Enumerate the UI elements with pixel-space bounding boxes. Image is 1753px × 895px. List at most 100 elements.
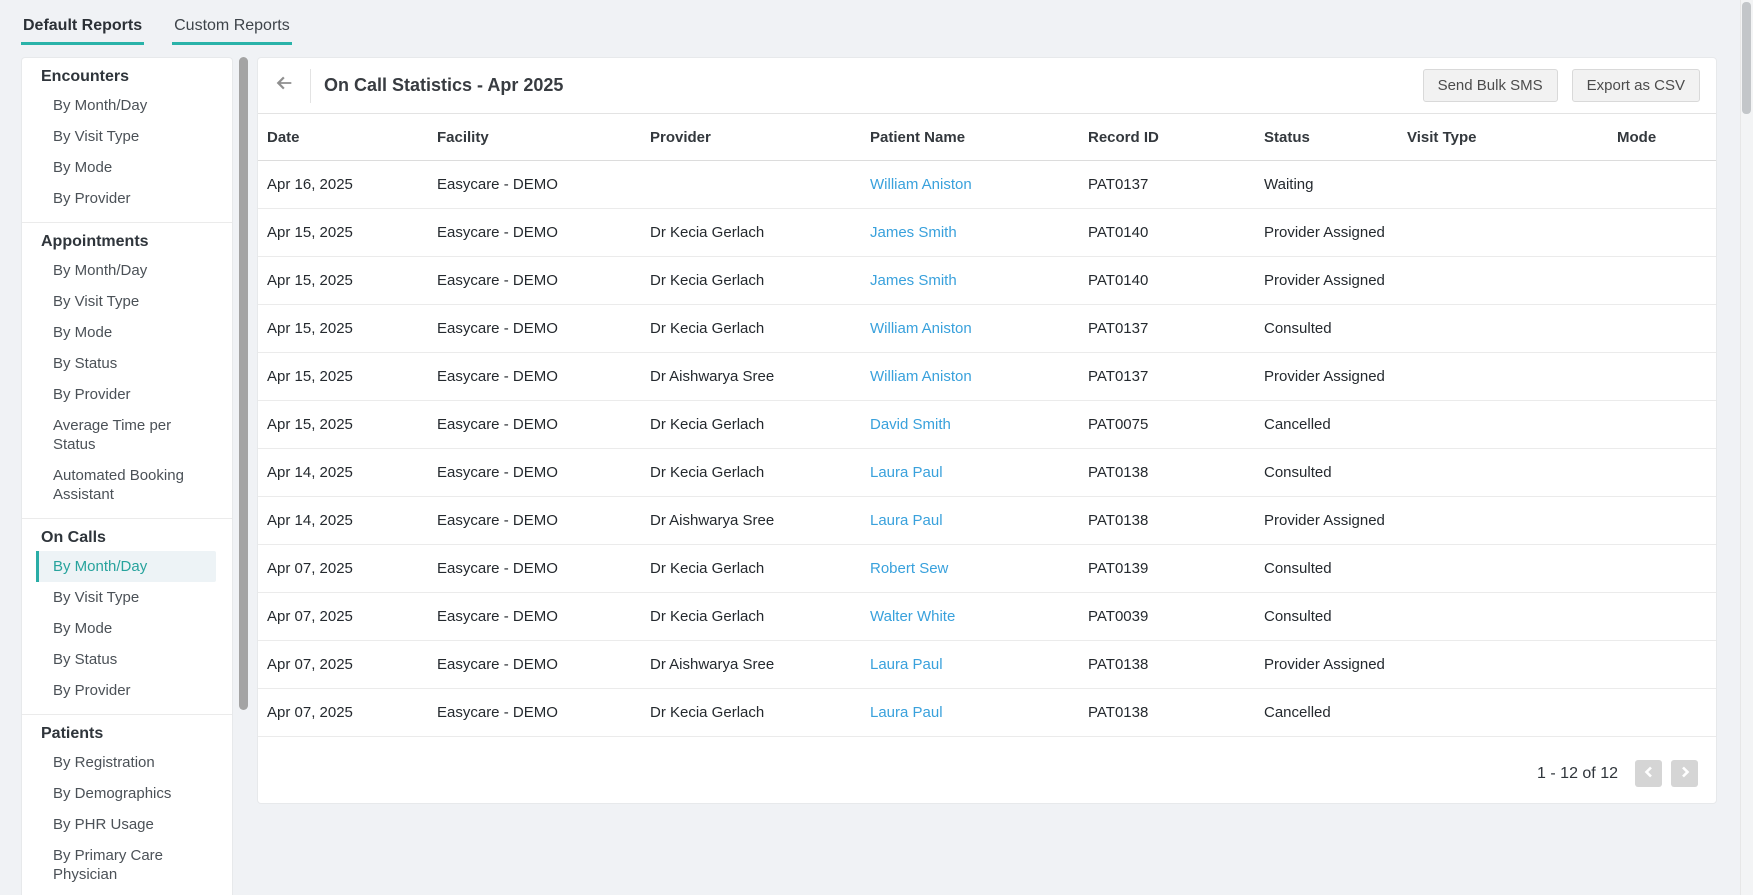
cell-facility: Easycare - DEMO (428, 266, 641, 295)
table-row: Apr 15, 2025Easycare - DEMODr Kecia Gerl… (258, 257, 1716, 305)
patient-link[interactable]: Laura Paul (870, 704, 943, 721)
patient-link[interactable]: Laura Paul (870, 656, 943, 673)
cell-facility: Easycare - DEMO (428, 218, 641, 247)
sidebar-item-by-referring-provider[interactable]: By Referring Provider (36, 890, 216, 895)
table-row: Apr 14, 2025Easycare - DEMODr Aishwarya … (258, 497, 1716, 545)
cell-visit-type (1398, 565, 1608, 573)
cell-visit-type (1398, 229, 1608, 237)
sidebar-item-by-provider[interactable]: By Provider (36, 675, 216, 706)
cell-date: Apr 15, 2025 (258, 314, 428, 343)
patient-link[interactable]: Walter White (870, 608, 955, 625)
table-row: Apr 15, 2025Easycare - DEMODr Kecia Gerl… (258, 209, 1716, 257)
cell-visit-type (1398, 469, 1608, 477)
cell-status: Cancelled (1255, 698, 1398, 727)
chevron-right-icon (1679, 766, 1691, 781)
cell-status: Consulted (1255, 458, 1398, 487)
column-header-visit-type: Visit Type (1398, 129, 1608, 146)
sidebar-item-by-mode[interactable]: By Mode (36, 613, 216, 644)
cell-mode (1608, 613, 1716, 621)
reports-page: Default Reports Custom Reports Encounters… (0, 0, 1753, 895)
cell-facility: Easycare - DEMO (428, 410, 641, 439)
sidebar-item-by-visit-type[interactable]: By Visit Type (36, 286, 216, 317)
page-scrollbar-track[interactable] (1740, 0, 1753, 895)
cell-provider: Dr Kecia Gerlach (641, 602, 861, 631)
cell-record-id: PAT0138 (1079, 506, 1255, 535)
patient-link[interactable]: James Smith (870, 272, 957, 289)
cell-patient: William Aniston (861, 362, 1079, 391)
cell-patient: David Smith (861, 410, 1079, 439)
sidebar-item-by-month-day[interactable]: By Month/Day (36, 551, 216, 582)
patient-link[interactable]: William Aniston (870, 368, 972, 385)
cell-record-id: PAT0039 (1079, 602, 1255, 631)
cell-provider: Dr Kecia Gerlach (641, 554, 861, 583)
sidebar-item-by-month-day[interactable]: By Month/Day (36, 255, 216, 286)
patient-link[interactable]: William Aniston (870, 320, 972, 337)
cell-status: Provider Assigned (1255, 218, 1398, 247)
cell-record-id: PAT0138 (1079, 698, 1255, 727)
table-row: Apr 15, 2025Easycare - DEMODr Kecia Gerl… (258, 305, 1716, 353)
sidebar-scrollbar-thumb[interactable] (239, 57, 248, 710)
sidebar-item-by-status[interactable]: By Status (36, 644, 216, 675)
patient-link[interactable]: James Smith (870, 224, 957, 241)
sidebar-item-by-phr-usage[interactable]: By PHR Usage (36, 809, 216, 840)
patient-link[interactable]: Laura Paul (870, 464, 943, 481)
table-header-row: DateFacilityProviderPatient NameRecord I… (258, 114, 1716, 161)
pagination-prev-button[interactable] (1635, 760, 1662, 787)
cell-date: Apr 16, 2025 (258, 170, 428, 199)
pagination-next-button[interactable] (1671, 760, 1698, 787)
sidebar-item-automated-booking-assistant[interactable]: Automated Booking Assistant (36, 460, 216, 510)
sidebar-item-by-mode[interactable]: By Mode (36, 317, 216, 348)
page-scrollbar-thumb[interactable] (1742, 2, 1751, 114)
sidebar-item-by-demographics[interactable]: By Demographics (36, 778, 216, 809)
sidebar-item-average-time-per-status[interactable]: Average Time per Status (36, 410, 216, 460)
sidebar-section-patients: PatientsBy RegistrationBy DemographicsBy… (22, 715, 232, 895)
sidebar-section-appointments: AppointmentsBy Month/DayBy Visit TypeBy … (22, 223, 232, 519)
cell-date: Apr 07, 2025 (258, 698, 428, 727)
cell-mode (1608, 325, 1716, 333)
cell-record-id: PAT0140 (1079, 218, 1255, 247)
cell-mode (1608, 181, 1716, 189)
cell-mode (1608, 661, 1716, 669)
sidebar-item-by-provider[interactable]: By Provider (36, 183, 216, 214)
sidebar-item-by-registration[interactable]: By Registration (36, 747, 216, 778)
sidebar-item-by-primary-care-physician[interactable]: By Primary Care Physician (36, 840, 216, 890)
export-csv-button[interactable]: Export as CSV (1572, 69, 1700, 102)
cell-visit-type (1398, 325, 1608, 333)
cell-patient: James Smith (861, 266, 1079, 295)
chevron-left-icon (1643, 766, 1655, 781)
cell-status: Provider Assigned (1255, 506, 1398, 535)
cell-visit-type (1398, 517, 1608, 525)
reports-sidebar: EncountersBy Month/DayBy Visit TypeBy Mo… (21, 57, 233, 895)
report-card: On Call Statistics - Apr 2025 Send Bulk … (257, 57, 1717, 804)
cell-status: Waiting (1255, 170, 1398, 199)
column-header-patient-name: Patient Name (861, 129, 1079, 146)
sidebar-item-by-provider[interactable]: By Provider (36, 379, 216, 410)
sidebar-item-by-visit-type[interactable]: By Visit Type (36, 582, 216, 613)
table-row: Apr 07, 2025Easycare - DEMODr Aishwarya … (258, 641, 1716, 689)
cell-mode (1608, 277, 1716, 285)
cell-provider (641, 181, 861, 189)
tab-default-reports[interactable]: Default Reports (21, 17, 144, 45)
send-bulk-sms-button[interactable]: Send Bulk SMS (1423, 69, 1558, 102)
cell-patient: Laura Paul (861, 458, 1079, 487)
column-header-record-id: Record ID (1079, 129, 1255, 146)
patient-link[interactable]: David Smith (870, 416, 951, 433)
back-button[interactable] (258, 58, 310, 114)
sidebar-item-by-visit-type[interactable]: By Visit Type (36, 121, 216, 152)
patient-link[interactable]: William Aniston (870, 176, 972, 193)
sidebar-item-by-status[interactable]: By Status (36, 348, 216, 379)
cell-record-id: PAT0139 (1079, 554, 1255, 583)
sidebar-section-on-calls: On CallsBy Month/DayBy Visit TypeBy Mode… (22, 519, 232, 715)
tab-custom-reports[interactable]: Custom Reports (172, 17, 292, 45)
sidebar-item-by-mode[interactable]: By Mode (36, 152, 216, 183)
sidebar-section-title: Appointments (22, 229, 232, 255)
cell-mode (1608, 229, 1716, 237)
cell-facility: Easycare - DEMO (428, 506, 641, 535)
patient-link[interactable]: Robert Sew (870, 560, 948, 577)
cell-status: Consulted (1255, 314, 1398, 343)
cell-facility: Easycare - DEMO (428, 362, 641, 391)
sidebar-item-by-month-day[interactable]: By Month/Day (36, 90, 216, 121)
patient-link[interactable]: Laura Paul (870, 512, 943, 529)
cell-mode (1608, 517, 1716, 525)
column-header-mode: Mode (1608, 129, 1716, 146)
